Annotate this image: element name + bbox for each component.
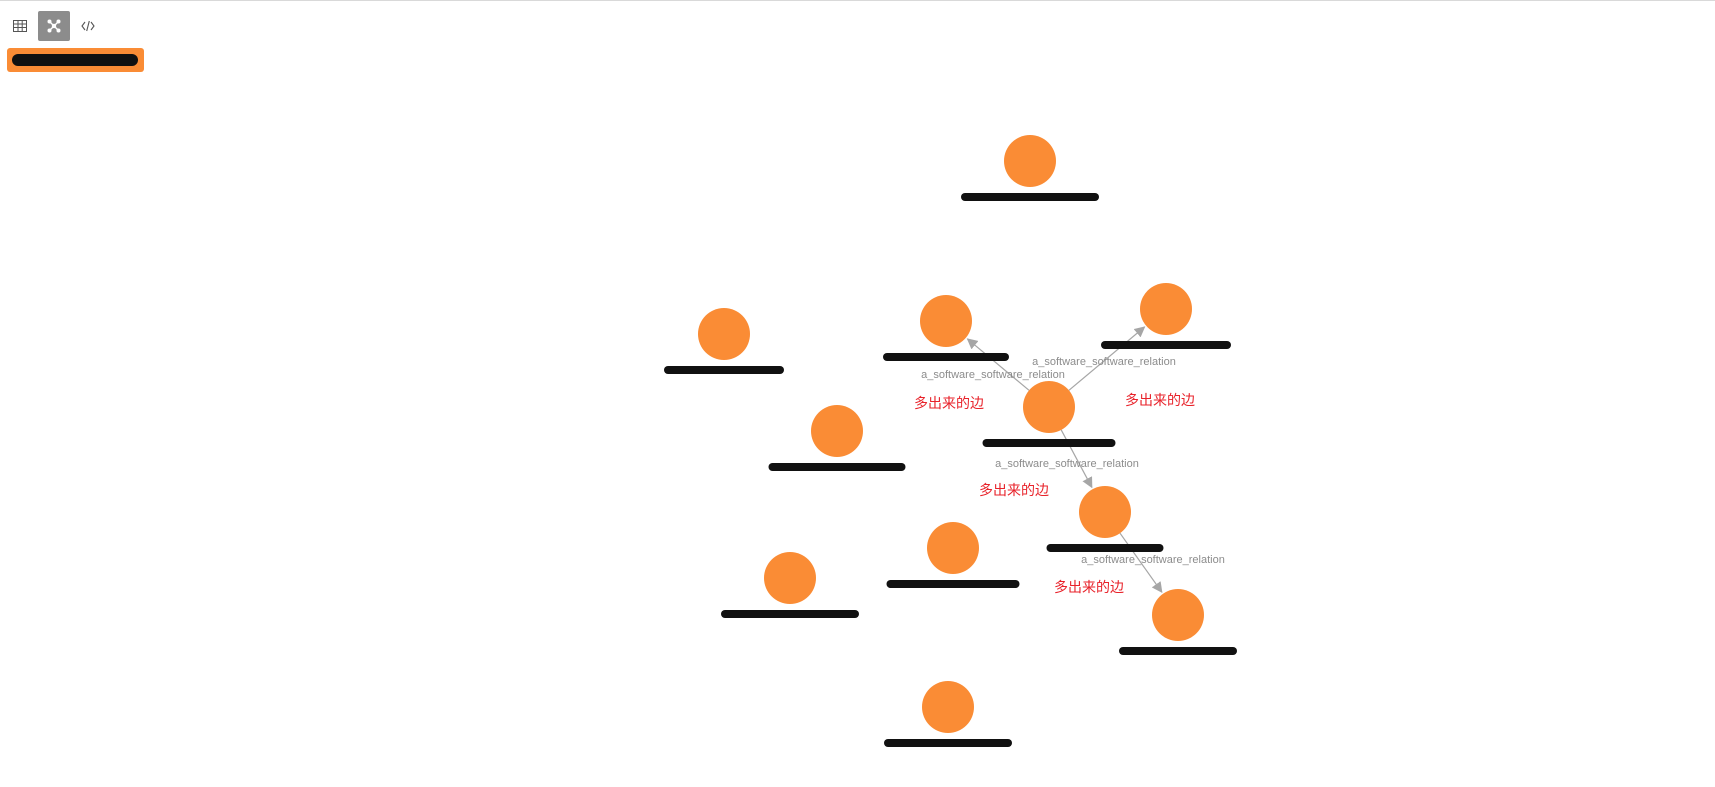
redaction-mark	[961, 193, 1099, 201]
redaction-mark	[721, 610, 859, 618]
edge-label: a_software_software_relation	[995, 458, 1139, 470]
edge-label: a_software_software_relation	[1032, 356, 1176, 368]
redaction-mark	[886, 580, 1020, 588]
graph-node[interactable]	[1140, 283, 1192, 335]
redaction-mark	[883, 353, 1009, 361]
redaction-mark	[1046, 544, 1164, 552]
extra-edge-annotation: 多出来的边	[979, 482, 1049, 498]
graph-edge[interactable]	[966, 338, 1030, 391]
extra-edge-annotation: 多出来的边	[1125, 392, 1195, 408]
graph-node[interactable]	[811, 405, 863, 457]
graph-node[interactable]	[1079, 486, 1131, 538]
edge-label: a_software_software_relation	[1081, 554, 1225, 566]
redaction-mark	[768, 463, 906, 471]
extra-edge-annotation: 多出来的边	[1054, 579, 1124, 595]
graph-node[interactable]	[927, 522, 979, 574]
graph-node[interactable]	[1152, 589, 1204, 641]
graph-node[interactable]	[922, 681, 974, 733]
redaction-mark	[884, 739, 1012, 747]
graph-node[interactable]	[1004, 135, 1056, 187]
redaction-mark	[1119, 647, 1237, 655]
graph-node[interactable]	[698, 308, 750, 360]
redaction-mark	[1101, 341, 1231, 349]
extra-edge-annotation: 多出来的边	[914, 395, 984, 411]
graph-node[interactable]	[1023, 381, 1075, 433]
redaction-mark	[664, 366, 784, 374]
graph-canvas[interactable]: a_software_software_relationa_software_s…	[0, 0, 1715, 787]
edge-label: a_software_software_relation	[921, 369, 1065, 381]
graph-node[interactable]	[764, 552, 816, 604]
redaction-mark	[982, 439, 1116, 447]
graph-node[interactable]	[920, 295, 972, 347]
